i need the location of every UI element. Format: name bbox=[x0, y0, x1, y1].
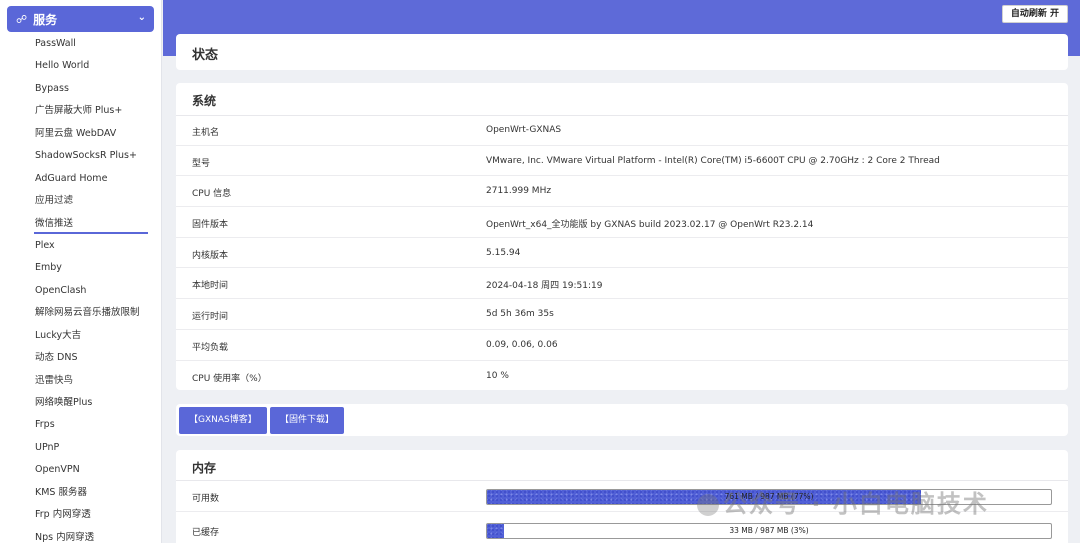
table-row: 运行时间 5d 5h 36m 35s bbox=[176, 299, 1068, 330]
sidebar-item[interactable]: PassWall bbox=[0, 33, 161, 55]
sidebar-menu: PassWall Hello World Bypass 广告屏蔽大师 Plus+ 阿里云… bbox=[0, 33, 161, 543]
table-row: CPU 使用率（%） 10 % bbox=[176, 361, 1068, 392]
sidebar-item[interactable]: 网络唤醒Plus bbox=[0, 392, 161, 414]
menu-header-services[interactable]: ☍ 服务 ⌄ bbox=[7, 6, 154, 32]
page-title: 状态 bbox=[192, 48, 219, 63]
watermark: 公众号 · 小白电脑技术 bbox=[697, 484, 989, 519]
link-icon: ☍ bbox=[16, 12, 28, 26]
sidebar-item[interactable]: 微信推送 bbox=[0, 213, 161, 235]
sidebar-item[interactable]: Bypass bbox=[0, 78, 161, 100]
links-section: 【GXNAS博客】 【固件下载】 bbox=[176, 404, 1068, 436]
wechat-icon bbox=[697, 494, 719, 516]
system-info-table: 主机名 OpenWrt-GXNAS 型号 VMware, Inc. VMware Vi… bbox=[176, 115, 1068, 391]
sidebar-item[interactable]: 阿里云盘 WebDAV bbox=[0, 123, 161, 145]
memory-row-cached: 已缓存 33 MB / 987 MB (3%) bbox=[176, 515, 1068, 543]
sidebar-item[interactable]: Frps bbox=[0, 414, 161, 436]
sidebar-item[interactable]: Hello World bbox=[0, 55, 161, 77]
row-label: 主机名 bbox=[192, 128, 220, 138]
sidebar-item[interactable]: OpenVPN bbox=[0, 459, 161, 481]
sidebar-item[interactable]: ShadowSocksR Plus+ bbox=[0, 145, 161, 167]
row-label: CPU 使用率（%） bbox=[192, 373, 267, 384]
row-value: 5.15.94 bbox=[486, 247, 521, 258]
row-label: 型号 bbox=[192, 158, 211, 169]
sidebar-item[interactable]: OpenClash bbox=[0, 280, 161, 302]
table-row: 型号 VMware, Inc. VMware Virtual Platform -… bbox=[176, 146, 1068, 177]
menu-header-label: 服务 bbox=[33, 12, 58, 27]
sidebar-item[interactable]: UPnP bbox=[0, 437, 161, 459]
table-row: 内核版本 5.15.94 bbox=[176, 238, 1068, 269]
memory-row-label: 已缓存 bbox=[192, 528, 220, 538]
row-value: 5d 5h 36m 35s bbox=[486, 309, 554, 320]
row-value: 0.09, 0.06, 0.06 bbox=[486, 339, 558, 350]
sidebar-item[interactable]: Plex bbox=[0, 235, 161, 257]
sidebar-item[interactable]: 广告屏蔽大师 Plus+ bbox=[0, 100, 161, 122]
row-value: OpenWrt_x64_全功能版 by GXNAS build 2023.02.… bbox=[486, 220, 814, 231]
system-section: 系统 主机名 OpenWrt-GXNAS 型号 VMware, Inc. VMware… bbox=[176, 83, 1068, 390]
watermark-text: 公众号 · 小白电脑技术 bbox=[723, 490, 989, 518]
system-section-title: 系统 bbox=[192, 94, 217, 108]
row-label: 平均负载 bbox=[192, 342, 229, 353]
sidebar-item[interactable]: Frp 内网穿透 bbox=[0, 504, 161, 526]
memory-cached-bar: 33 MB / 987 MB (3%) bbox=[486, 523, 1052, 539]
row-value: VMware, Inc. VMware Virtual Platform - I… bbox=[486, 155, 940, 166]
row-label: 内核版本 bbox=[192, 250, 229, 261]
gxnas-blog-button[interactable]: 【GXNAS博客】 bbox=[179, 407, 267, 434]
sidebar-item[interactable]: 解除网易云音乐播放限制 bbox=[0, 302, 161, 324]
sidebar: ☍ 服务 ⌄ PassWall Hello World Bypass 广告屏蔽大师 P… bbox=[0, 0, 162, 543]
row-label: 固件版本 bbox=[192, 220, 229, 231]
chevron-down-icon[interactable]: ⌄ bbox=[138, 12, 146, 23]
memory-section-title: 内存 bbox=[192, 461, 217, 475]
row-value: 2711.999 MHz bbox=[486, 186, 552, 197]
memory-row-label: 可用数 bbox=[192, 494, 220, 504]
table-row: 固件版本 OpenWrt_x64_全功能版 by GXNAS build 2023… bbox=[176, 207, 1068, 238]
sidebar-item[interactable]: Emby bbox=[0, 257, 161, 279]
row-label: 运行时间 bbox=[192, 312, 229, 323]
auto-refresh-button[interactable]: 自动刷新 开 bbox=[1001, 5, 1068, 23]
sidebar-item[interactable]: 迅雷快鸟 bbox=[0, 370, 161, 392]
table-row: 平均负载 0.09, 0.06, 0.06 bbox=[176, 330, 1068, 361]
memory-cached-text: 33 MB / 987 MB (3%) bbox=[729, 526, 809, 535]
row-label: 本地时间 bbox=[192, 281, 229, 292]
sidebar-item[interactable]: 动态 DNS bbox=[0, 347, 161, 369]
table-row: 主机名 OpenWrt-GXNAS bbox=[176, 115, 1068, 146]
page-title-card: 状态 bbox=[176, 34, 1068, 70]
firmware-download-button[interactable]: 【固件下载】 bbox=[270, 407, 345, 434]
row-value: OpenWrt-GXNAS bbox=[486, 125, 562, 135]
row-label: CPU 信息 bbox=[192, 189, 232, 200]
sidebar-item[interactable]: Nps 内网穿透 bbox=[0, 527, 161, 543]
sidebar-item[interactable]: Lucky大吉 bbox=[0, 325, 161, 347]
sidebar-item[interactable]: 应用过滤 bbox=[0, 190, 161, 212]
row-value: 2024-04-18 周四 19:51:19 bbox=[486, 281, 603, 292]
sidebar-item[interactable]: AdGuard Home bbox=[0, 168, 161, 190]
row-value: 10 % bbox=[486, 370, 509, 381]
sidebar-item[interactable]: KMS 服务器 bbox=[0, 482, 161, 504]
table-row: CPU 信息 2711.999 MHz bbox=[176, 176, 1068, 208]
table-row: 本地时间 2024-04-18 周四 19:51:19 bbox=[176, 268, 1068, 300]
